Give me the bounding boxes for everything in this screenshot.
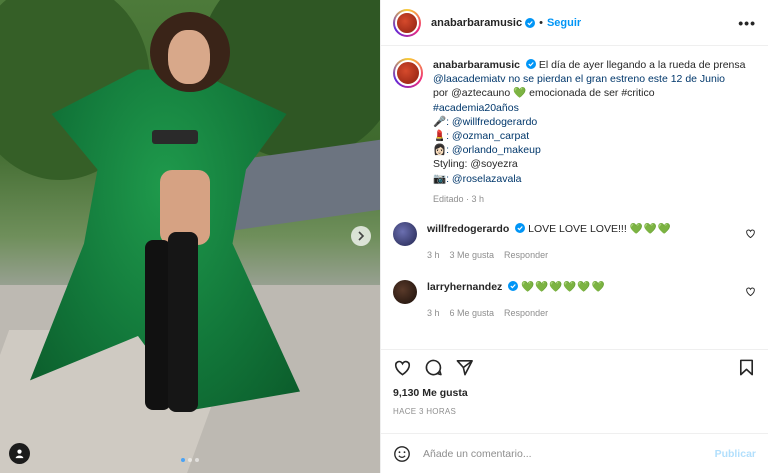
emoji-icon[interactable] xyxy=(393,445,411,463)
comment-input[interactable] xyxy=(423,447,703,460)
tagged-users-button[interactable] xyxy=(9,443,30,464)
heart-icon[interactable] xyxy=(745,228,756,239)
likes-count[interactable]: 9,130 Me gusta xyxy=(393,387,756,399)
comment-item: willfredogerardo LOVE LOVE LOVE!!! 💚💚💚 3… xyxy=(393,221,756,262)
author-avatar[interactable] xyxy=(393,58,423,88)
credit-line[interactable]: 👩🏻: @orlando_makeup xyxy=(433,144,541,156)
caption-line[interactable]: @laacademiatv no se pierdan el gran estr… xyxy=(433,73,725,85)
comment-icon[interactable] xyxy=(424,358,443,377)
boot-right xyxy=(168,232,198,412)
follow-button[interactable]: Seguir xyxy=(547,17,581,29)
comment-composer: Publicar xyxy=(381,433,768,473)
face xyxy=(168,30,210,84)
commenter-username[interactable]: willfredogerardo xyxy=(427,223,509,235)
credit-line[interactable]: 💄: @ozman_carpat xyxy=(433,130,529,142)
verified-icon xyxy=(508,280,519,291)
next-photo-button[interactable] xyxy=(351,226,371,246)
carousel-dot xyxy=(181,458,185,462)
hashtag-link[interactable]: #academia20años xyxy=(433,102,519,114)
comment-text: LOVE LOVE LOVE!!! xyxy=(528,222,630,235)
comment-emojis: 💚💚💚 xyxy=(629,222,672,235)
carousel-dot xyxy=(195,458,199,462)
commenter-avatar[interactable] xyxy=(393,221,417,246)
edited-timestamp: Editado · 3 h xyxy=(433,193,485,204)
caption: anabarbaramusic El día de ayer llegando … xyxy=(393,58,756,204)
share-icon[interactable] xyxy=(455,358,474,377)
publish-button[interactable]: Publicar xyxy=(715,448,756,460)
comments-area: anabarbaramusic El día de ayer llegando … xyxy=(381,46,768,349)
author-avatar[interactable] xyxy=(393,8,421,37)
comment-item: larryhernandez 💚💚💚💚💚💚 3 h 6 Me gusta Res… xyxy=(393,279,756,320)
belt xyxy=(152,130,198,144)
post-photo[interactable] xyxy=(0,0,380,473)
comment-time: 3 h xyxy=(427,307,440,318)
credit-line[interactable]: 📷: @roselazavala xyxy=(433,173,522,185)
post-header: anabarbaramusic • Seguir ••• xyxy=(381,0,768,46)
heart-icon[interactable] xyxy=(745,286,756,297)
post-actions-bar: 9,130 Me gusta HACE 3 HORAS xyxy=(381,349,768,433)
comment-likes[interactable]: 6 Me gusta xyxy=(450,306,495,320)
verified-icon xyxy=(525,17,536,28)
separator-dot: • xyxy=(539,16,543,29)
caption-username[interactable]: anabarbaramusic xyxy=(433,59,520,71)
comment-time: 3 h xyxy=(427,249,440,260)
caption-text: anabarbaramusic El día de ayer llegando … xyxy=(433,58,745,186)
carousel-dot xyxy=(188,458,192,462)
credit-line[interactable]: Styling: @soyezra xyxy=(433,158,518,170)
commenter-username[interactable]: larryhernandez xyxy=(427,281,502,293)
comment-likes[interactable]: 3 Me gusta xyxy=(450,248,495,262)
post-side-panel: anabarbaramusic • Seguir ••• anabarbaram… xyxy=(380,0,768,473)
reply-button[interactable]: Responder xyxy=(504,306,548,320)
caption-line: El día de ayer llegando a la rueda de pr… xyxy=(538,59,746,71)
commenter-avatar[interactable] xyxy=(393,279,417,304)
post-time-ago: HACE 3 HORAS xyxy=(393,407,457,416)
author-username[interactable]: anabarbaramusic xyxy=(431,17,522,29)
next-arrow-icon xyxy=(358,231,365,241)
comment-emojis: 💚💚💚💚💚💚 xyxy=(521,280,606,293)
reply-button[interactable]: Responder xyxy=(504,248,548,262)
verified-icon xyxy=(525,59,536,69)
bookmark-icon[interactable] xyxy=(737,358,756,377)
credit-line[interactable]: 🎤: @willfredogerardo xyxy=(433,116,537,128)
more-options-button[interactable]: ••• xyxy=(738,15,756,31)
caption-line: por @aztecauno 💚 emocionada de ser #crit… xyxy=(433,87,655,100)
carousel-dots xyxy=(181,458,199,462)
tagged-user-icon xyxy=(15,449,24,459)
verified-icon xyxy=(515,222,526,233)
like-heart-icon[interactable] xyxy=(393,358,412,377)
post-modal: anabarbaramusic • Seguir ••• anabarbaram… xyxy=(0,0,768,473)
